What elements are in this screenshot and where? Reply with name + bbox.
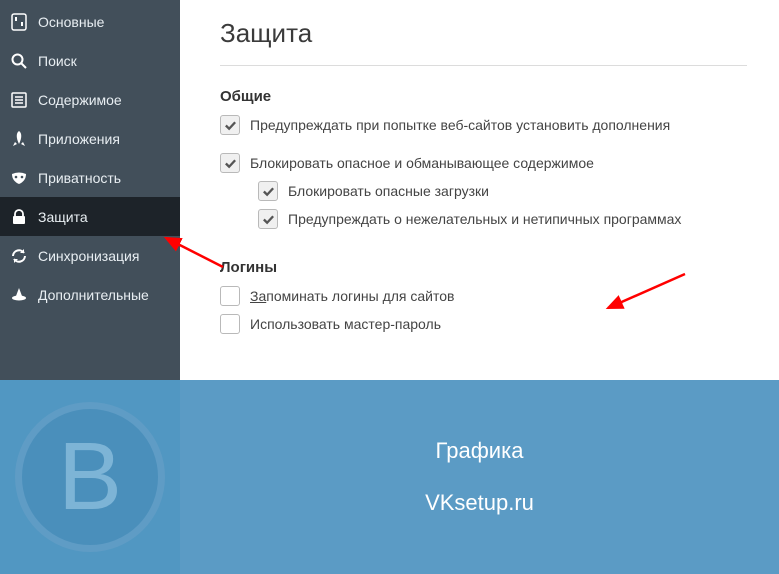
checkbox-checked-icon[interactable] bbox=[220, 153, 240, 173]
option-label: Использовать мастер-пароль bbox=[250, 316, 441, 332]
banner-logo-area: В bbox=[0, 380, 180, 574]
sidebar-item-general[interactable]: Основные bbox=[0, 2, 180, 41]
checkbox-unchecked-icon[interactable] bbox=[220, 314, 240, 334]
option-label: Блокировать опасное и обманывающее содер… bbox=[250, 155, 594, 171]
sidebar-item-sync[interactable]: Синхронизация bbox=[0, 236, 180, 275]
annotation-arrow-icon bbox=[158, 232, 228, 272]
banner-line1: Графика bbox=[436, 438, 524, 464]
sidebar: Основные Поиск Содержимое Приложения При bbox=[0, 0, 180, 380]
annotation-arrow-icon bbox=[600, 268, 690, 313]
content-icon bbox=[10, 91, 28, 109]
sidebar-item-label: Содержимое bbox=[38, 92, 122, 108]
option-label: Предупреждать о нежелательных и нетипичн… bbox=[288, 211, 681, 227]
sidebar-item-label: Дополнительные bbox=[38, 287, 149, 303]
option-warn-programs[interactable]: Предупреждать о нежелательных и нетипичн… bbox=[220, 209, 747, 229]
option-label: Запоминать логины для сайтов bbox=[250, 288, 454, 304]
banner-text-area: Графика VKsetup.ru bbox=[180, 380, 779, 574]
lock-icon bbox=[10, 208, 28, 226]
sidebar-item-search[interactable]: Поиск bbox=[0, 41, 180, 80]
sidebar-item-advanced[interactable]: Дополнительные bbox=[0, 275, 180, 314]
main-content: Защита Общие Предупреждать при попытке в… bbox=[180, 0, 779, 380]
checkbox-checked-icon[interactable] bbox=[220, 115, 240, 135]
sidebar-item-content[interactable]: Содержимое bbox=[0, 80, 180, 119]
sidebar-item-label: Поиск bbox=[38, 53, 77, 69]
mask-icon bbox=[10, 169, 28, 187]
option-label: Блокировать опасные загрузки bbox=[288, 183, 489, 199]
banner-line2: VKsetup.ru bbox=[425, 490, 534, 516]
option-master-password[interactable]: Использовать мастер-пароль bbox=[220, 314, 747, 334]
checkbox-checked-icon[interactable] bbox=[258, 181, 278, 201]
option-block-downloads[interactable]: Блокировать опасные загрузки bbox=[220, 181, 747, 201]
option-block-dangerous[interactable]: Блокировать опасное и обманывающее содер… bbox=[220, 153, 747, 173]
checkbox-unchecked-icon[interactable] bbox=[220, 286, 240, 306]
sidebar-item-label: Приложения bbox=[38, 131, 120, 147]
logo-letter: В bbox=[58, 422, 122, 532]
logo-circle: В bbox=[15, 402, 165, 552]
divider bbox=[220, 65, 747, 66]
page-title: Защита bbox=[220, 18, 747, 59]
option-label: Предупреждать при попытке веб-сайтов уст… bbox=[250, 117, 670, 133]
hat-icon bbox=[10, 286, 28, 304]
sidebar-item-privacy[interactable]: Приватность bbox=[0, 158, 180, 197]
sidebar-item-label: Защита bbox=[38, 209, 88, 225]
sidebar-item-applications[interactable]: Приложения bbox=[0, 119, 180, 158]
slider-icon bbox=[10, 13, 28, 31]
footer-banner: В Графика VKsetup.ru bbox=[0, 380, 779, 574]
rocket-icon bbox=[10, 130, 28, 148]
sync-icon bbox=[10, 247, 28, 265]
search-icon bbox=[10, 52, 28, 70]
sidebar-item-label: Синхронизация bbox=[38, 248, 139, 264]
checkbox-checked-icon[interactable] bbox=[258, 209, 278, 229]
section-general-title: Общие bbox=[220, 88, 747, 105]
option-warn-addons[interactable]: Предупреждать при попытке веб-сайтов уст… bbox=[220, 115, 747, 135]
sidebar-item-label: Приватность bbox=[38, 170, 121, 186]
sidebar-item-security[interactable]: Защита bbox=[0, 197, 180, 236]
sidebar-item-label: Основные bbox=[38, 14, 104, 30]
